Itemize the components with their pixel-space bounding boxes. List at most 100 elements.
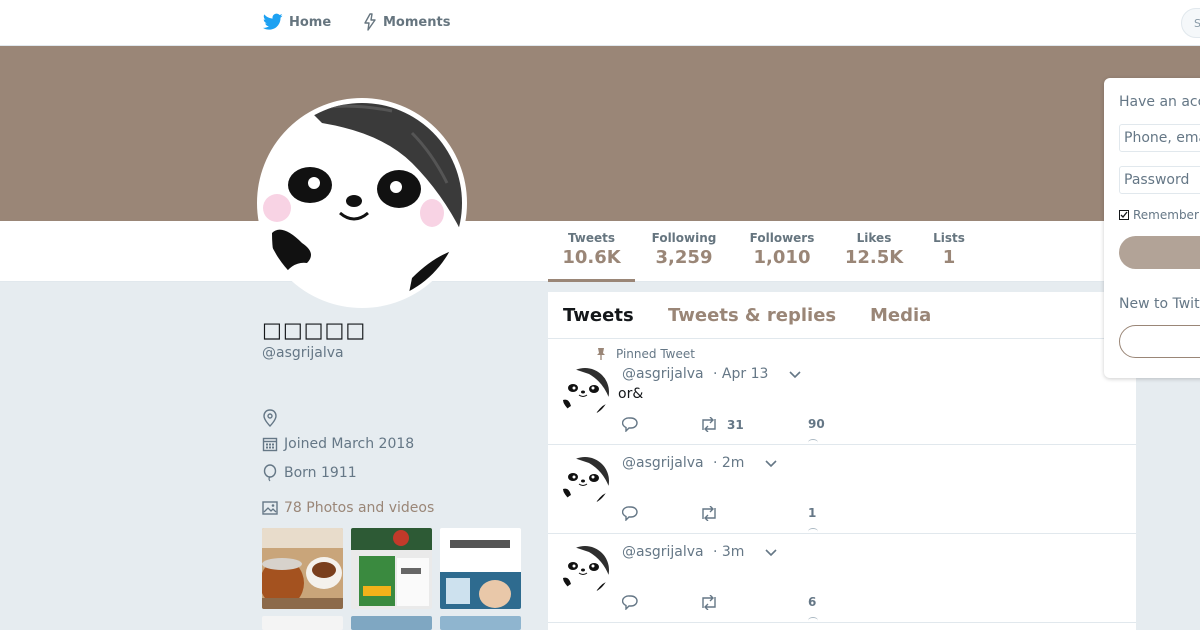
retweet-icon [699, 595, 719, 610]
login-title: Have an acc [1119, 94, 1200, 110]
profile-location [262, 409, 284, 427]
chevron-down-icon[interactable] [788, 370, 802, 380]
stat-likes[interactable]: Likes 12.5K [840, 231, 908, 268]
media-thumbnail[interactable] [351, 528, 432, 609]
tweet-handle[interactable]: @asgrijalva [622, 455, 704, 471]
joined-text: Joined March 2018 [284, 436, 415, 452]
photos-videos-link[interactable]: 78 Photos and videos [262, 500, 434, 516]
chevron-down-icon[interactable] [764, 548, 778, 558]
nav-home[interactable]: Home [263, 13, 331, 31]
stat-label: Following [651, 231, 717, 245]
media-thumbnail[interactable] [440, 528, 521, 609]
chevron-down-icon[interactable] [764, 459, 778, 469]
tweet-handle[interactable]: @asgrijalva [622, 366, 704, 382]
like-count: 1 [808, 506, 817, 520]
profile-born: Born 1911 [262, 464, 357, 482]
tab-tweets-replies[interactable]: Tweets & replies [668, 305, 836, 326]
like-count: 90 [808, 417, 825, 431]
login-card: Have an acc Remember New to Twit [1104, 78, 1200, 378]
stat-value: 12.5K [844, 247, 904, 268]
stat-lists[interactable]: Lists 1 [928, 231, 970, 268]
tab-media[interactable]: Media [870, 305, 931, 326]
like-action[interactable]: 1 [808, 506, 816, 520]
tab-tweets[interactable]: Tweets [563, 305, 634, 326]
tweet-timestamp[interactable]: · Apr 13 [713, 366, 768, 382]
password-input[interactable] [1119, 166, 1200, 194]
retweet-action[interactable] [699, 506, 727, 521]
timeline-tabs: Tweets Tweets & replies Media [548, 292, 1136, 339]
signup-button[interactable] [1119, 325, 1200, 358]
profile-name: □□□□□ [262, 318, 367, 342]
timeline: Tweets Tweets & replies Media Pinned Twe… [548, 292, 1136, 630]
remember-me[interactable]: Remember [1119, 208, 1199, 222]
reply-icon [622, 506, 638, 521]
profile-handle[interactable]: @asgrijalva [262, 345, 344, 361]
retweet-action[interactable] [699, 595, 727, 610]
pin-icon [596, 348, 606, 360]
reply-icon [622, 417, 638, 432]
remember-checkbox[interactable] [1119, 210, 1129, 220]
stat-label: Tweets [567, 231, 616, 245]
balloon-icon [262, 464, 280, 482]
signup-title: New to Twit [1119, 296, 1200, 312]
stat-label: Followers [749, 231, 815, 245]
born-text: Born 1911 [284, 465, 357, 481]
search-input[interactable]: S [1181, 8, 1200, 38]
stat-tweets[interactable]: Tweets 10.6K [548, 231, 635, 282]
profile-banner [0, 46, 1200, 221]
like-count: 6 [808, 595, 817, 609]
profile-joined: Joined March 2018 [262, 436, 414, 452]
stat-following[interactable]: Following 3,259 [645, 231, 723, 268]
profile-avatar[interactable] [257, 98, 467, 308]
login-button[interactable] [1119, 236, 1200, 269]
reply-action[interactable] [622, 595, 646, 610]
tweet-text: or& [618, 386, 644, 402]
calendar-icon [262, 436, 280, 452]
tweet[interactable]: @asgrijalva · 2m 1 [548, 445, 1136, 534]
reply-icon [622, 595, 638, 610]
like-action[interactable]: 90 [808, 417, 825, 431]
retweet-icon [699, 417, 719, 432]
retweet-count: 31 [727, 417, 744, 432]
tweet-timestamp[interactable]: · 2m [713, 455, 744, 471]
stat-value: 1,010 [753, 247, 811, 268]
tweet-avatar[interactable] [561, 457, 609, 505]
remember-label: Remember [1133, 208, 1199, 222]
lightning-icon [363, 13, 377, 31]
media-thumbnail[interactable] [262, 616, 343, 630]
heart-icon[interactable] [808, 617, 818, 624]
photos-videos-label: 78 Photos and videos [284, 500, 435, 516]
media-thumbnail[interactable] [351, 616, 432, 630]
location-pin-icon [262, 409, 280, 427]
stat-label: Lists [933, 231, 965, 245]
tweet-handle[interactable]: @asgrijalva [622, 544, 704, 560]
stat-value: 3,259 [655, 247, 713, 268]
retweet-icon [699, 506, 719, 521]
tweet-avatar[interactable] [561, 546, 609, 594]
nav-moments-label: Moments [383, 14, 451, 30]
pinned-indicator: Pinned Tweet [596, 347, 695, 361]
pinned-label: Pinned Tweet [616, 347, 695, 361]
panda-avatar-image [262, 103, 462, 303]
like-action[interactable]: 6 [808, 595, 816, 609]
top-nav: Home Moments S [0, 0, 1200, 46]
image-icon [262, 500, 280, 516]
nav-home-label: Home [289, 14, 332, 30]
username-input[interactable] [1119, 124, 1200, 152]
nav-moments[interactable]: Moments [363, 13, 450, 31]
stat-label: Likes [856, 231, 892, 245]
retweet-action[interactable]: 31 [699, 417, 744, 432]
stat-followers[interactable]: Followers 1,010 [743, 231, 821, 268]
stat-value: 10.6K [562, 247, 621, 268]
stat-value: 1 [942, 247, 956, 268]
profile-stats-bar: Tweets 10.6K Following 3,259 Followers 1… [0, 221, 1200, 282]
tweet[interactable]: @asgrijalva · 3m 6 [548, 534, 1136, 623]
media-thumbnail[interactable] [440, 616, 521, 630]
tweet-avatar[interactable] [561, 368, 609, 416]
reply-action[interactable] [622, 417, 646, 432]
tweet[interactable]: Pinned Tweet @asgrijalva · Apr 13 or& 31… [548, 338, 1136, 445]
twitter-bird-icon [263, 13, 283, 31]
tweet-timestamp[interactable]: · 3m [713, 544, 744, 560]
reply-action[interactable] [622, 506, 646, 521]
media-thumbnail[interactable] [262, 528, 343, 609]
